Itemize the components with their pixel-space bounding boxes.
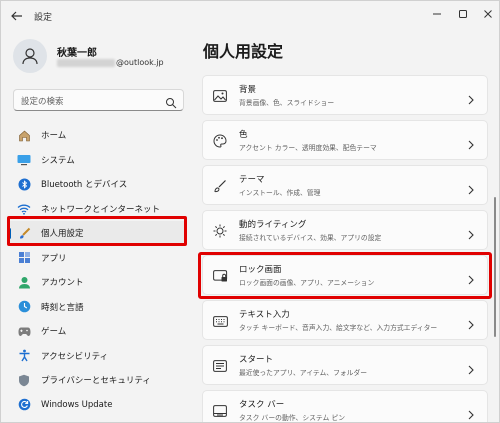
- user-name: 秋葉一郎: [57, 48, 97, 59]
- sidebar-item-apps[interactable]: アプリ: [7, 246, 187, 271]
- card-dynamic-lighting[interactable]: 動的ライティング 接続されているデバイス、効果、アプリの設定: [202, 210, 488, 250]
- back-arrow-icon[interactable]: [9, 8, 25, 24]
- sidebar-item-bluetooth[interactable]: Bluetooth とデバイス: [7, 172, 187, 197]
- search-icon[interactable]: [165, 94, 177, 113]
- settings-window: 設定 秋葉一郎 @outlook.jp 設定の検索 ホーム システム Bluet…: [0, 0, 500, 423]
- bluetooth-icon: [17, 177, 31, 191]
- home-icon: [17, 128, 31, 142]
- card-background[interactable]: 背景 背景画像、色、スライドショー: [202, 75, 488, 115]
- shield-icon: [17, 373, 31, 387]
- account-icon: [17, 275, 31, 289]
- card-title: テキスト入力: [239, 310, 290, 320]
- picture-icon: [212, 88, 228, 104]
- card-subtitle: 最近使ったアプリ、アイテム、フォルダー: [239, 369, 368, 377]
- sidebar-item-label: システム: [41, 155, 75, 166]
- sidebar-item-label: プライバシーとセキュリティ: [41, 376, 151, 387]
- sidebar-item-label: ネットワークとインターネット: [41, 204, 161, 215]
- apps-icon: [17, 251, 31, 265]
- chevron-right-icon: [467, 135, 475, 154]
- sidebar-item-home[interactable]: ホーム: [7, 123, 187, 148]
- card-subtitle: タッチ キーボード、音声入力、絵文字など、入力方式エディター: [239, 324, 438, 332]
- sidebar-item-label: ホーム: [41, 131, 67, 142]
- user-email-suffix: @outlook.jp: [116, 58, 164, 67]
- sun-icon: [212, 223, 228, 239]
- card-start[interactable]: スタート 最近使ったアプリ、アイテム、フォルダー: [202, 345, 488, 385]
- title-bar: 設定: [1, 1, 499, 31]
- chevron-right-icon: [467, 360, 475, 379]
- update-icon: [17, 398, 31, 412]
- sidebar-item-privacy[interactable]: プライバシーとセキュリティ: [7, 368, 187, 393]
- monitor-icon: [17, 153, 31, 167]
- sidebar-item-label: Windows Update: [41, 399, 113, 410]
- card-taskbar[interactable]: タスク バー タスク バーの動作、システム ピン: [202, 390, 488, 422]
- sidebar-item-label: アプリ: [41, 253, 67, 264]
- card-subtitle: タスク バーの動作、システム ピン: [239, 414, 346, 422]
- card-text-input[interactable]: テキスト入力 タッチ キーボード、音声入力、絵文字など、入力方式エディター: [202, 300, 488, 340]
- redacted-email-part: [57, 58, 115, 67]
- window-title: 設定: [34, 13, 53, 23]
- palette-icon: [212, 133, 228, 149]
- sidebar-item-gaming[interactable]: ゲーム: [7, 319, 187, 344]
- maximize-icon[interactable]: [452, 5, 474, 23]
- search-input[interactable]: 設定の検索: [13, 89, 184, 111]
- chevron-right-icon: [467, 315, 475, 334]
- card-subtitle: インストール、作成、管理: [239, 189, 321, 197]
- sidebar-nav: ホーム システム Bluetooth とデバイス ネットワークとインターネット …: [7, 123, 187, 417]
- taskbar-icon: [212, 403, 228, 419]
- card-title: 背景: [239, 85, 257, 95]
- sidebar-item-system[interactable]: システム: [7, 148, 187, 173]
- sidebar-item-label: ゲーム: [41, 327, 67, 338]
- card-title: 色: [239, 130, 248, 140]
- user-icon: [22, 48, 38, 65]
- sidebar-item-label: アクセシビリティ: [41, 351, 109, 362]
- card-title: タスク バー: [239, 400, 285, 410]
- globe-clock-icon: [17, 300, 31, 314]
- avatar[interactable]: [13, 39, 47, 73]
- card-subtitle: アクセント カラー、透明度効果、配色テーマ: [239, 144, 377, 152]
- sidebar-item-accessibility[interactable]: アクセシビリティ: [7, 344, 187, 369]
- scrollbar[interactable]: [494, 197, 496, 337]
- sidebar-item-accounts[interactable]: アカウント: [7, 270, 187, 295]
- start-icon: [212, 358, 228, 374]
- card-title: 動的ライティング: [239, 220, 307, 230]
- brush-icon: [212, 178, 228, 194]
- minimize-icon[interactable]: [426, 5, 448, 23]
- card-subtitle: 背景画像、色、スライドショー: [239, 99, 335, 107]
- sidebar-item-time-language[interactable]: 時刻と言語: [7, 295, 187, 320]
- card-title: テーマ: [239, 175, 265, 185]
- accessibility-icon: [17, 349, 31, 363]
- sidebar-item-windows-update[interactable]: Windows Update: [7, 393, 187, 418]
- sidebar-item-label: アカウント: [41, 278, 84, 289]
- card-colors[interactable]: 色 アクセント カラー、透明度効果、配色テーマ: [202, 120, 488, 160]
- sidebar-item-label: 時刻と言語: [41, 302, 84, 313]
- card-subtitle: 接続されているデバイス、効果、アプリの設定: [239, 234, 382, 242]
- chevron-right-icon: [467, 405, 475, 422]
- user-email: @outlook.jp: [57, 58, 164, 67]
- search-placeholder: 設定の検索: [21, 97, 64, 107]
- highlight-frame-lock-screen: [198, 252, 492, 299]
- close-icon[interactable]: [477, 5, 499, 23]
- card-title: スタート: [239, 355, 274, 365]
- gamepad-icon: [17, 324, 31, 338]
- chevron-right-icon: [467, 180, 475, 199]
- keyboard-icon: [212, 313, 228, 329]
- highlight-frame-personalization: [7, 216, 187, 246]
- wifi-icon: [17, 202, 31, 216]
- card-themes[interactable]: テーマ インストール、作成、管理: [202, 165, 488, 205]
- chevron-right-icon: [467, 90, 475, 109]
- page-title: 個人用設定: [203, 42, 284, 61]
- settings-cards: 背景 背景画像、色、スライドショー 色 アクセント カラー、透明度効果、配色テー…: [202, 75, 488, 422]
- sidebar-item-label: Bluetooth とデバイス: [41, 180, 128, 191]
- chevron-right-icon: [467, 225, 475, 244]
